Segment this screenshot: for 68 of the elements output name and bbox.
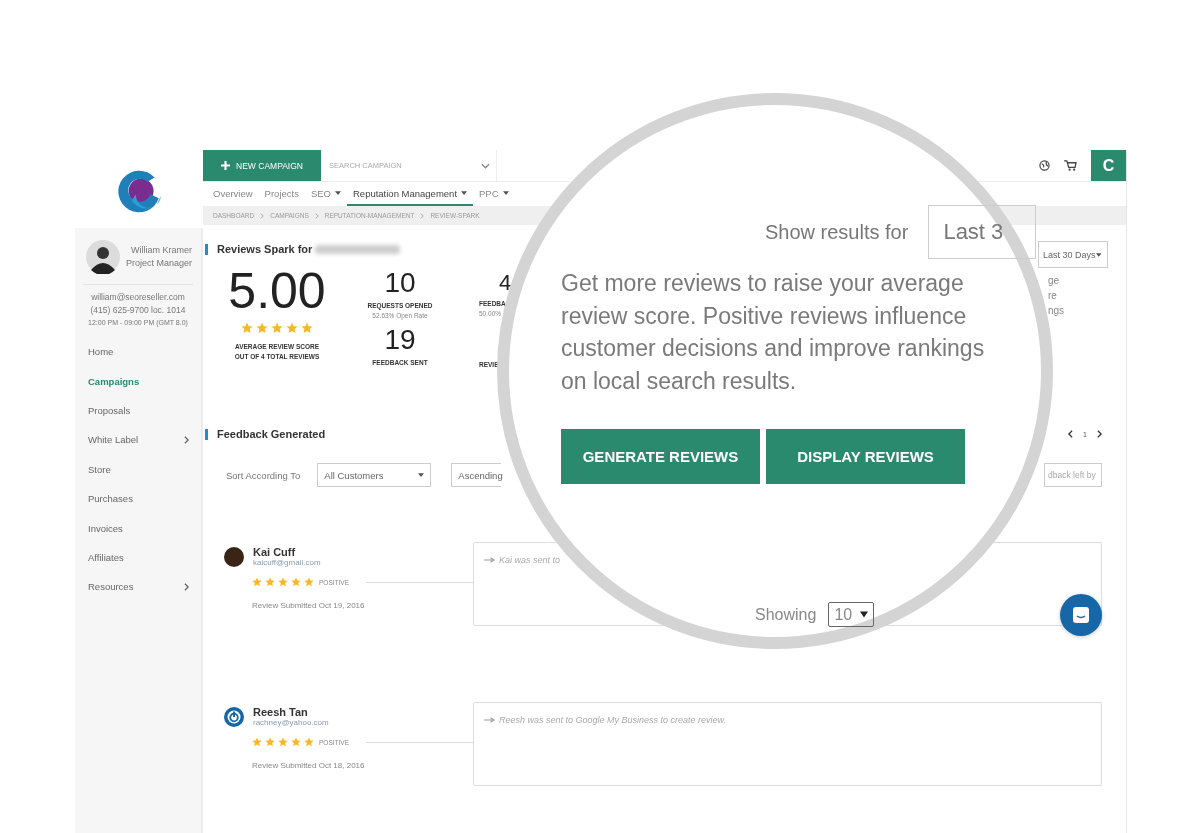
profile-email: william@seoreseller.com [90, 291, 186, 304]
sidebar-item[interactable]: Store [75, 454, 201, 484]
nav-tab[interactable]: Overview [207, 182, 259, 206]
partial-text: ngs [1048, 304, 1066, 318]
globe-icon[interactable] [1039, 160, 1050, 171]
sort-dropdown[interactable]: All Customers [317, 463, 432, 487]
showing-label: Showing [755, 605, 817, 624]
new-campaign-button[interactable]: NEW CAMPAIGN [203, 150, 321, 181]
arrow-right-icon [484, 717, 495, 723]
nav-tab[interactable]: SEO [304, 182, 347, 206]
reviewer-name: Kai Cuff [253, 546, 297, 558]
reviewer-name: Reesh Tan [253, 706, 309, 718]
average-score: 5.00 [228, 263, 326, 319]
sidebar-item[interactable]: White Label [75, 425, 201, 455]
user-avatar[interactable]: C [1091, 150, 1126, 181]
review-message: Reesh was sent to Google My Business to create review. [499, 715, 727, 725]
chat-bubble-icon [1071, 605, 1091, 625]
profile-name: William Kramer [130, 244, 193, 257]
stat-value: 10 [384, 267, 416, 299]
chevron-right-icon [260, 212, 265, 219]
description-text: Get more reviews to raise your average review score. Positive reviews influence customer decisions and improve rankings on local search results. [561, 269, 986, 396]
sort-label: Sort According To [226, 469, 301, 481]
sidebar-item[interactable]: Invoices [75, 513, 201, 543]
chevron-right-icon [420, 212, 425, 219]
stat-value: 19 [384, 324, 416, 356]
chevron-right-icon [314, 212, 319, 219]
section-title: Reviews Spark for [217, 243, 313, 255]
plus-icon [221, 161, 231, 170]
profile-role: Project Manager [126, 257, 193, 270]
partial-text: ge [1048, 274, 1061, 288]
submission-date: Review Submitted Oct 18, 2016 [251, 761, 366, 770]
show-results-label: Show results for [765, 220, 909, 244]
feedback-search-field[interactable]: dback left by [1044, 463, 1102, 487]
previous-page-icon[interactable] [1068, 430, 1074, 438]
action-button[interactable]: GENERATE REVIEWS [561, 429, 760, 484]
arrow-right-icon [484, 557, 495, 563]
section-marker [205, 243, 208, 255]
profile-phone: (415) 625-9700 loc. 1014 [89, 304, 187, 317]
partial-text: re [1048, 289, 1058, 303]
sort-dropdown[interactable]: Ascending [451, 463, 502, 487]
reviewer-email[interactable]: kaicuff@gmail.com [253, 558, 321, 567]
page-size-dropdown[interactable]: 10 [828, 602, 875, 627]
cart-icon[interactable] [1064, 160, 1077, 171]
nav-tab[interactable]: Projects [258, 182, 305, 206]
photo-placeholder [224, 546, 244, 567]
caret-icon [860, 611, 869, 618]
power-symbol-icon [224, 706, 244, 727]
submission-date: Review Submitted Oct 19, 2016 [251, 601, 366, 610]
period-dropdown[interactable]: Last 30 Days [1038, 241, 1108, 268]
section-title: Feedback Generated [217, 428, 326, 440]
sidebar-item[interactable]: Resources [75, 572, 201, 602]
action-button[interactable]: DISPLAY REVIEWS [766, 429, 965, 484]
section-marker [205, 428, 208, 440]
sidebar-item[interactable]: Campaigns [75, 366, 201, 396]
review-message: Kai was sent to [499, 555, 561, 565]
chevron-down-icon [481, 162, 490, 169]
sidebar-item[interactable]: Home [75, 337, 201, 367]
caret-icon [1095, 252, 1101, 257]
stat-value: 4 [499, 269, 512, 297]
sidebar-item[interactable]: Purchases [75, 483, 201, 514]
chat-button[interactable] [1060, 594, 1102, 636]
sidebar-item[interactable]: Proposals [75, 395, 201, 426]
reviewer-email[interactable]: rachney@yahoo.com [253, 718, 329, 727]
period-dropdown[interactable]: Last 3 [928, 205, 1037, 259]
sidebar-item[interactable]: Affiliates [75, 542, 201, 573]
next-page-icon[interactable] [1097, 430, 1102, 438]
avatar-silhouette-icon [86, 240, 120, 274]
nav-tab[interactable]: PPC [473, 182, 515, 206]
